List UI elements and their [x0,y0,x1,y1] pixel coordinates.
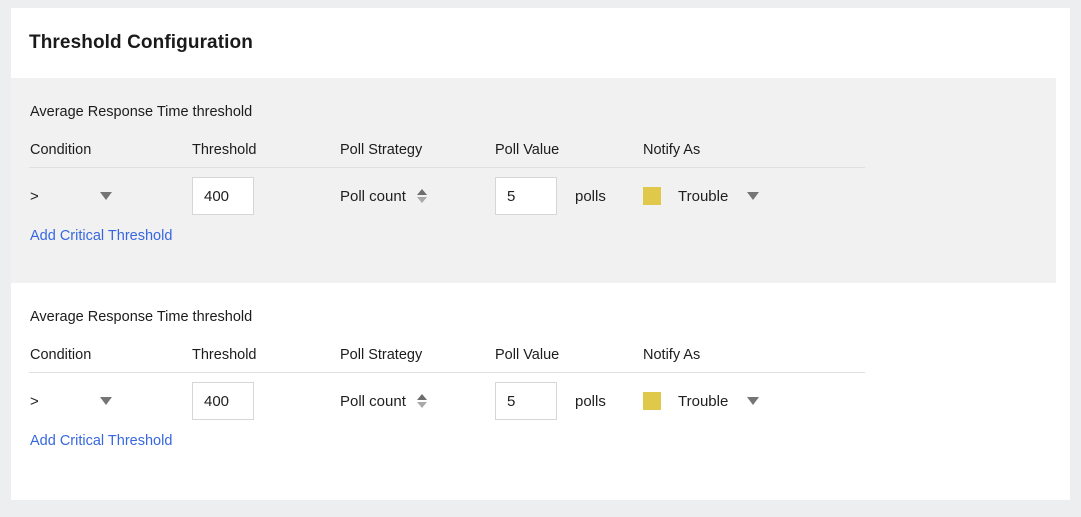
poll-strategy-stepper[interactable] [417,394,428,408]
column-header-poll-strategy: Poll Strategy [340,142,423,158]
caret-down-icon [417,402,428,408]
condition-dropdown[interactable]: > [30,393,150,410]
poll-strategy-stepper[interactable] [417,189,428,203]
poll-value-cell: polls [495,177,643,215]
condition-dropdown[interactable]: > [30,188,150,205]
poll-unit-label: polls [575,392,606,410]
severity-color-swatch [643,187,661,205]
chevron-down-icon [100,397,112,405]
threshold-input[interactable] [192,177,254,215]
column-header-condition: Condition [30,142,92,158]
section-title: Average Response Time threshold [30,104,253,120]
column-header-threshold: Threshold [192,347,257,363]
poll-strategy-cell: Poll count [340,393,495,410]
poll-strategy-value: Poll count [340,187,406,205]
page-title: Threshold Configuration [29,32,253,53]
threshold-input[interactable] [192,382,254,420]
notify-as-value: Trouble [678,392,729,410]
section-title: Average Response Time threshold [30,309,253,325]
condition-cell: > [30,188,192,205]
threshold-section-2: Average Response Time threshold Conditio… [11,283,1056,488]
table-row: > Poll count polls [29,373,1038,429]
chevron-down-icon [100,192,112,200]
column-header-threshold: Threshold [192,142,257,158]
threshold-cell [192,382,340,420]
condition-cell: > [30,393,192,410]
caret-up-icon [417,189,428,195]
threshold-cell [192,177,340,215]
poll-strategy-cell: Poll count [340,188,495,205]
threshold-section-1: Average Response Time threshold Conditio… [11,78,1056,346]
notify-as-value: Trouble [678,187,729,205]
poll-strategy-value: Poll count [340,392,406,410]
notify-as-dropdown[interactable]: Trouble [643,392,760,410]
poll-value-input[interactable] [495,177,557,215]
condition-value: > [30,392,39,410]
add-critical-threshold-link[interactable]: Add Critical Threshold [29,433,172,449]
threshold-configuration-card: Threshold Configuration Average Response… [11,8,1070,500]
notify-as-dropdown[interactable]: Trouble [643,187,760,205]
column-header-poll-value: Poll Value [495,347,560,363]
poll-unit-label: polls [575,187,606,205]
table-header-row: Condition Threshold Poll Strategy Poll V… [29,347,865,373]
table-row: > Poll count polls [29,168,1038,224]
caret-up-icon [417,394,428,400]
table-header-row: Condition Threshold Poll Strategy Poll V… [29,142,865,168]
poll-value-input[interactable] [495,382,557,420]
condition-value: > [30,187,39,205]
notify-as-cell: Trouble [643,392,823,410]
column-header-notify-as: Notify As [643,347,701,363]
add-critical-threshold-link[interactable]: Add Critical Threshold [29,228,172,244]
severity-color-swatch [643,392,661,410]
caret-down-icon [417,197,428,203]
column-header-poll-value: Poll Value [495,142,560,158]
column-header-notify-as: Notify As [643,142,701,158]
card-header: Threshold Configuration [11,8,1070,78]
chevron-down-icon [747,397,760,405]
poll-value-cell: polls [495,382,643,420]
chevron-down-icon [747,192,760,200]
column-header-poll-strategy: Poll Strategy [340,347,423,363]
column-header-condition: Condition [30,347,92,363]
notify-as-cell: Trouble [643,187,823,205]
